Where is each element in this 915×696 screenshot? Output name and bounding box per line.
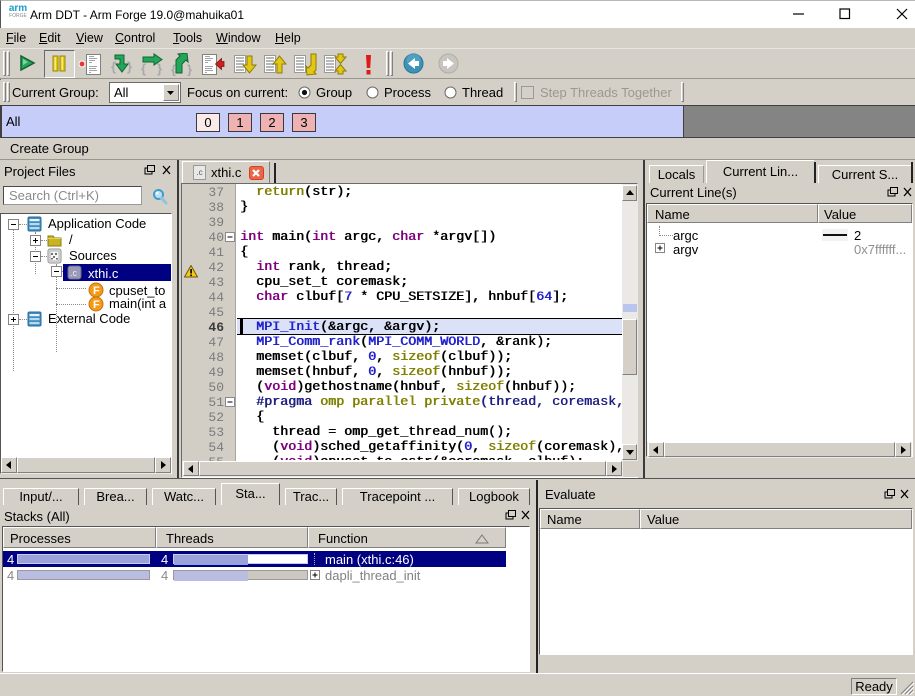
svg-text:F: F	[93, 299, 100, 311]
svg-text:{: {	[171, 62, 176, 76]
svg-text:{: {	[111, 59, 116, 74]
svg-text:.c: .c	[70, 268, 78, 278]
svg-text:}: }	[157, 61, 162, 76]
svg-text:}: }	[187, 62, 192, 76]
svg-text:{: {	[141, 61, 146, 76]
svg-text:}: }	[127, 59, 132, 74]
